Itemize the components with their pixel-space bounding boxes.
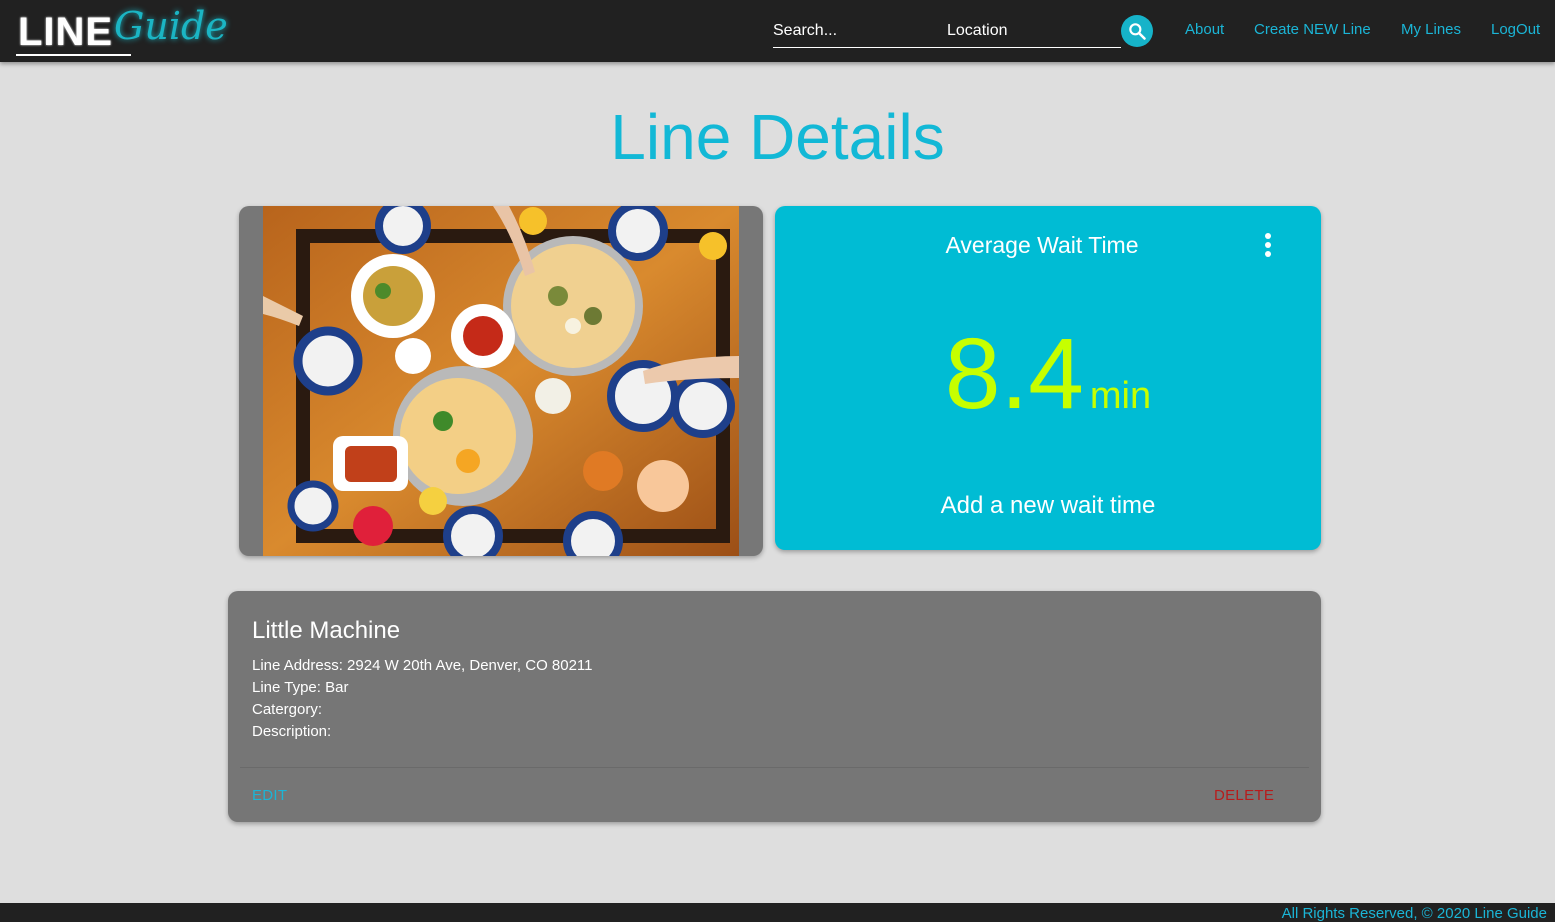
delete-button[interactable]: DELETE	[1214, 787, 1274, 804]
line-name: Little Machine	[252, 617, 401, 644]
wait-time-title: Average Wait Time	[945, 232, 1139, 258]
app-logo[interactable]: LINE Guide	[14, 4, 228, 60]
line-address: Line Address: 2924 W 20th Ave, Denver, C…	[252, 657, 593, 674]
wait-time-value-row: 8.4 min	[775, 324, 1321, 424]
search-icon	[1129, 23, 1146, 40]
more-vertical-icon[interactable]	[1259, 232, 1277, 260]
logo-line-text: LINE	[18, 10, 114, 54]
line-description: Description:	[252, 723, 332, 740]
page-title: Line Details	[610, 101, 945, 173]
footer: All Rights Reserved, © 2020 Line Guide	[0, 903, 1555, 922]
search-input[interactable]	[773, 18, 933, 44]
nav-create-line-link[interactable]: Create NEW Line	[1254, 21, 1371, 38]
search-button[interactable]	[1121, 15, 1153, 47]
wait-time-card: Average Wait Time 8.4 min Add a new wait …	[775, 206, 1321, 550]
line-category: Catergory:	[252, 701, 323, 718]
nav-about-link[interactable]: About	[1185, 21, 1224, 38]
food-photo	[263, 206, 739, 556]
add-wait-time-button[interactable]: Add a new wait time	[775, 492, 1321, 520]
logo-underline	[16, 54, 131, 56]
nav-logout-link[interactable]: LogOut	[1491, 21, 1540, 38]
line-image-card	[239, 206, 763, 556]
line-type: Line Type: Bar	[252, 679, 349, 696]
wait-time-value: 8.4	[944, 318, 1084, 430]
line-details-card: Little Machine Line Address: 2924 W 20th…	[228, 591, 1321, 822]
edit-button[interactable]: EDIT	[252, 787, 287, 804]
wait-time-unit: min	[1089, 375, 1152, 417]
location-input[interactable]	[947, 18, 1117, 44]
footer-copyright: All Rights Reserved, © 2020 Line Guide	[1281, 905, 1547, 922]
nav-my-lines-link[interactable]: My Lines	[1401, 21, 1461, 38]
search-bar	[773, 16, 1121, 48]
card-divider	[240, 767, 1309, 768]
navbar: LINE Guide About Create NEW Line My Line…	[0, 0, 1555, 62]
logo-guide-text: Guide	[114, 4, 228, 48]
